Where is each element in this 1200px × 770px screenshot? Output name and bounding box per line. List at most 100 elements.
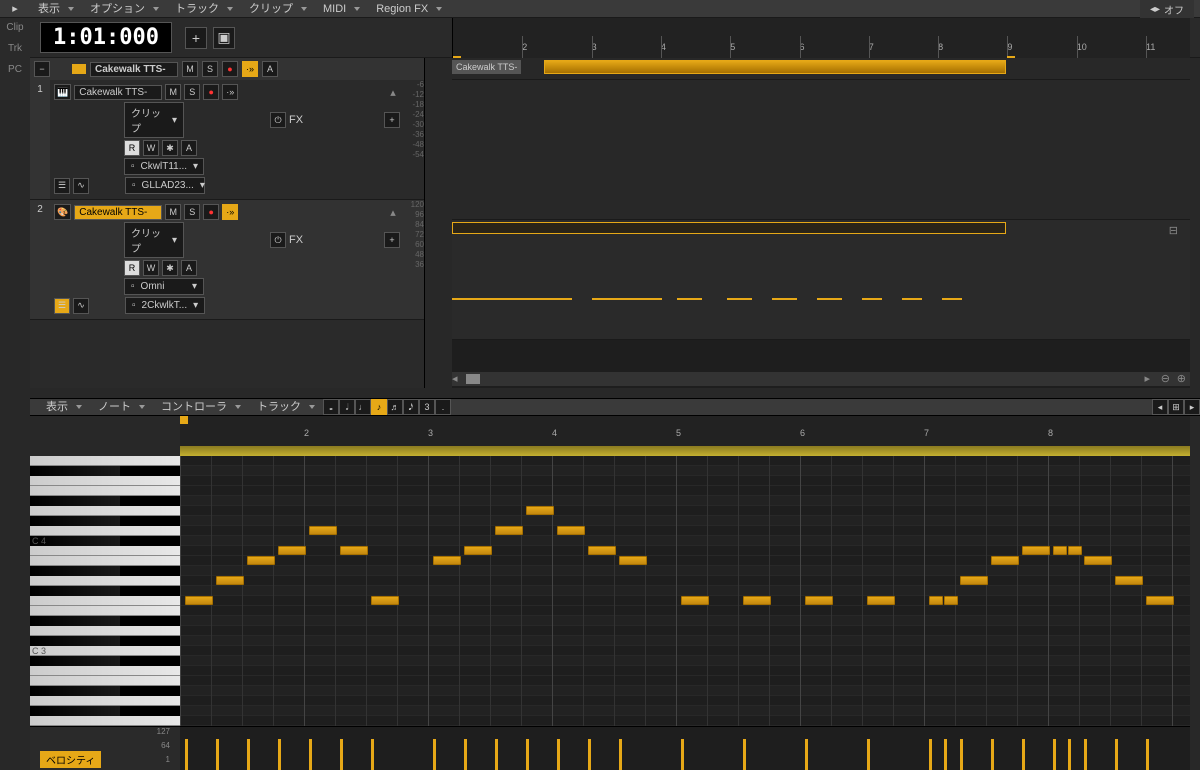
arrange-track-2-lane[interactable]: ⊟ <box>452 220 1190 340</box>
midi-note[interactable] <box>619 556 647 565</box>
midi-note[interactable] <box>805 596 833 605</box>
track-1[interactable]: 1 🎹 Cakewalk TTS- M S ● ·» ▴ クリップ▾ ⏻ FX … <box>30 80 424 200</box>
arrange-clip-label[interactable]: Cakewalk TTS- <box>452 60 521 74</box>
midi-note[interactable] <box>557 526 585 535</box>
side-pc[interactable]: PC <box>8 64 22 75</box>
note-quarter-icon[interactable]: ♩ <box>355 399 371 415</box>
midi-note[interactable] <box>526 506 554 515</box>
velocity-bar[interactable] <box>1053 739 1056 770</box>
midi-note[interactable] <box>1146 596 1174 605</box>
midi-note[interactable] <box>960 576 988 585</box>
pr-view-menu[interactable]: 表示 <box>38 398 90 416</box>
midi-note[interactable] <box>743 596 771 605</box>
velocity-bar[interactable] <box>944 739 947 770</box>
midi-note[interactable] <box>867 596 895 605</box>
velocity-bar[interactable] <box>1084 739 1087 770</box>
track-1-mute[interactable]: M <box>165 84 181 100</box>
timeline-ruler[interactable]: 234567891011 <box>452 18 1190 58</box>
track-2-expand[interactable]: ▴ <box>386 206 400 219</box>
view-menu[interactable]: 表示 <box>30 0 82 18</box>
pr-track-menu[interactable]: トラック <box>249 398 323 416</box>
velocity-bar[interactable] <box>1146 739 1149 770</box>
note-sixteenth-icon[interactable]: ♬ <box>387 399 403 415</box>
snap-button[interactable]: ▣ <box>213 27 235 49</box>
zoom-in-icon[interactable]: ⊕ <box>1177 372 1186 385</box>
midi-note[interactable] <box>944 596 958 605</box>
velocity-bars[interactable] <box>180 727 1190 770</box>
bus-echo-button[interactable]: ·» <box>242 61 258 77</box>
triplet-button[interactable]: 3 <box>419 399 435 415</box>
velocity-bar[interactable] <box>960 739 963 770</box>
track-1-edit-a[interactable]: ☰ <box>54 178 70 194</box>
track-1-expand[interactable]: ▴ <box>386 86 400 99</box>
velocity-bar[interactable] <box>557 739 560 770</box>
piano-loop-region[interactable] <box>180 446 1190 456</box>
midi-note[interactable] <box>1084 556 1112 565</box>
midi-note[interactable] <box>681 596 709 605</box>
velocity-label[interactable]: ベロシティ <box>40 751 101 768</box>
track-2-clip-dropdown[interactable]: クリップ▾ <box>124 222 184 258</box>
track-2-record[interactable]: ● <box>203 204 219 220</box>
timecode-display[interactable]: 1:01:000 <box>40 22 172 53</box>
midi-note[interactable] <box>1115 576 1143 585</box>
add-marker-button[interactable]: + <box>185 27 207 49</box>
midi-note[interactable] <box>340 546 368 555</box>
track-1-fx-power[interactable]: ⏻ <box>270 112 286 128</box>
track-1-read[interactable]: R <box>124 140 140 156</box>
velocity-bar[interactable] <box>371 739 374 770</box>
midi-note[interactable] <box>433 556 461 565</box>
track-1-solo[interactable]: S <box>184 84 200 100</box>
velocity-bar[interactable] <box>309 739 312 770</box>
pr-controller-menu[interactable]: コントローラ <box>153 398 249 416</box>
velocity-bar[interactable] <box>867 739 870 770</box>
note-half-icon[interactable]: 𝅗𝅥 <box>339 399 355 415</box>
note-thirtysecond-icon[interactable]: 𝅘𝅥𝅯 <box>403 399 419 415</box>
track-2-input[interactable]: ▫Omni▾ <box>124 278 204 295</box>
midi-note[interactable] <box>309 526 337 535</box>
piano-roll[interactable] <box>180 456 1190 726</box>
track-1-input[interactable]: ▫CkwlT11...▾ <box>124 158 204 175</box>
track-1-fx-add[interactable]: + <box>384 112 400 128</box>
options-menu[interactable]: オプション <box>82 0 167 18</box>
velocity-bar[interactable] <box>247 739 250 770</box>
velocity-bar[interactable] <box>526 739 529 770</box>
track-2-write[interactable]: W <box>143 260 159 276</box>
track-1-record[interactable]: ● <box>203 84 219 100</box>
velocity-bar[interactable] <box>588 739 591 770</box>
track-menu[interactable]: トラック <box>167 0 241 18</box>
track-2-fx-add[interactable]: + <box>384 232 400 248</box>
velocity-bar[interactable] <box>464 739 467 770</box>
midi-note[interactable] <box>1068 546 1082 555</box>
bus-archive-button[interactable]: A <box>262 61 278 77</box>
collapse-bus-button[interactable]: − <box>34 61 50 77</box>
track-2-name[interactable]: Cakewalk TTS- <box>74 205 162 220</box>
scroll-thumb[interactable] <box>466 374 480 384</box>
pr-grid-icon[interactable]: ⊞ <box>1168 399 1184 415</box>
arrange-bus-clip[interactable] <box>544 60 1006 74</box>
bus-record-button[interactable]: ● <box>222 61 238 77</box>
velocity-bar[interactable] <box>278 739 281 770</box>
velocity-bar[interactable] <box>681 739 684 770</box>
regionfx-menu[interactable]: Region FX <box>368 0 450 18</box>
track-1-name[interactable]: Cakewalk TTS- <box>74 85 162 100</box>
track-1-clip-dropdown[interactable]: クリップ▾ <box>124 102 184 138</box>
midi-note[interactable] <box>495 526 523 535</box>
velocity-bar[interactable] <box>216 739 219 770</box>
midi-note[interactable] <box>216 576 244 585</box>
side-trk[interactable]: Trk <box>8 43 22 54</box>
velocity-bar[interactable] <box>1115 739 1118 770</box>
midi-note[interactable] <box>1022 546 1050 555</box>
dotted-button[interactable]: . <box>435 399 451 415</box>
velocity-bar[interactable] <box>495 739 498 770</box>
track-1-auto[interactable]: A <box>181 140 197 156</box>
midi-note[interactable] <box>588 546 616 555</box>
note-eighth-icon[interactable]: ♪ <box>371 399 387 415</box>
bus-name[interactable]: Cakewalk TTS- <box>90 62 178 77</box>
clip-menu-icon[interactable]: ⊟ <box>1169 224 1178 237</box>
velocity-bar[interactable] <box>805 739 808 770</box>
midi-menu[interactable]: MIDI <box>315 0 368 18</box>
velocity-bar[interactable] <box>743 739 746 770</box>
side-clip[interactable]: Clip <box>6 22 23 33</box>
velocity-bar[interactable] <box>433 739 436 770</box>
velocity-bar[interactable] <box>340 739 343 770</box>
